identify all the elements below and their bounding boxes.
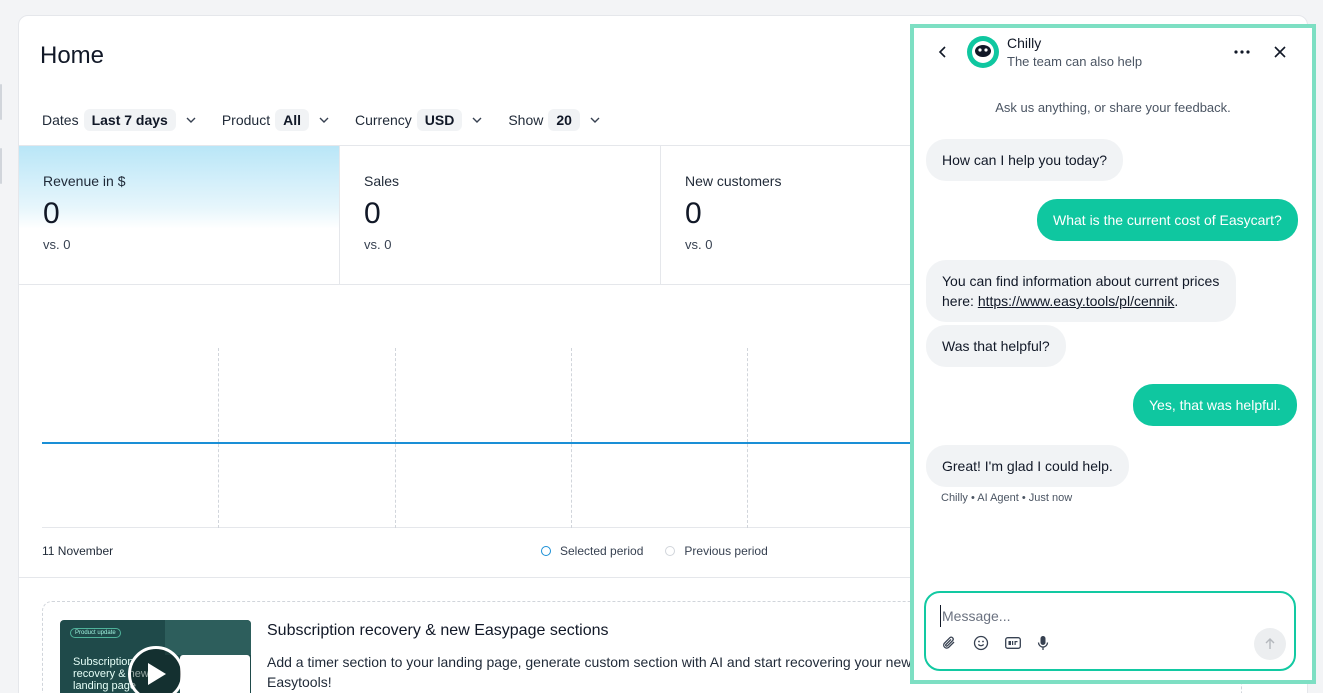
- stat-value: 0: [364, 197, 381, 230]
- chat-agent-name: Chilly: [1007, 35, 1042, 51]
- legend-item-selected[interactable]: Selected period: [541, 544, 643, 558]
- bot-face-icon: [972, 41, 994, 63]
- filter-value[interactable]: USD: [416, 109, 463, 131]
- legend-circle-icon: [541, 546, 551, 556]
- message-input[interactable]: [940, 605, 1260, 627]
- message-composer: [924, 591, 1296, 671]
- chat-header: Chilly The team can also help: [914, 28, 1312, 80]
- thumb-panel: [165, 620, 251, 655]
- pricing-link[interactable]: https://www.easy.tools/pl/cennik: [978, 293, 1175, 309]
- gif-button[interactable]: [1004, 634, 1022, 652]
- filter-label: Currency: [354, 112, 412, 128]
- stat-compare: vs. 0: [364, 237, 392, 252]
- microphone-icon: [1037, 636, 1049, 650]
- chat-subtitle: The team can also help: [1007, 54, 1143, 69]
- more-options-button[interactable]: [1232, 42, 1252, 62]
- more-horizontal-icon: [1234, 50, 1250, 54]
- chevron-down-icon[interactable]: [319, 115, 329, 125]
- filter-dates[interactable]: Dates Last 7 days: [42, 109, 196, 131]
- close-button[interactable]: [1270, 42, 1290, 62]
- video-thumbnail[interactable]: Product update Subscription recovery & n…: [60, 620, 251, 693]
- paperclip-icon: [943, 636, 955, 649]
- emoji-button[interactable]: [972, 634, 990, 652]
- filter-show[interactable]: Show 20: [508, 109, 600, 131]
- rail-handle[interactable]: [0, 148, 2, 184]
- chart-gridline: [395, 348, 396, 528]
- chart-gridline: [571, 348, 572, 528]
- chevron-left-icon: [938, 46, 946, 58]
- chevron-down-icon[interactable]: [472, 115, 482, 125]
- chart-gridline: [747, 348, 748, 528]
- play-icon: [148, 663, 166, 685]
- left-rail: [0, 0, 16, 693]
- chevron-down-icon[interactable]: [590, 115, 600, 125]
- chat-intro: Ask us anything, or share your feedback.: [995, 100, 1231, 115]
- filters-bar: Dates Last 7 days Product All Currency U…: [42, 109, 626, 131]
- filter-value[interactable]: 20: [548, 109, 580, 131]
- stat-card-revenue[interactable]: Revenue in $ 0 vs. 0: [19, 146, 340, 284]
- chevron-down-icon[interactable]: [186, 115, 196, 125]
- stat-compare: vs. 0: [43, 237, 71, 252]
- filter-currency[interactable]: Currency USD: [355, 109, 482, 131]
- thumb-card: [180, 655, 250, 693]
- stat-card-sales[interactable]: Sales 0 vs. 0: [340, 146, 661, 284]
- chart-legend: Selected period Previous period: [541, 544, 790, 558]
- filter-label: Product: [221, 112, 271, 128]
- back-button[interactable]: [934, 43, 952, 61]
- chat-widget: Chilly The team can also help Ask us any…: [910, 24, 1316, 684]
- revenue-chart: [42, 348, 922, 528]
- emoji-icon: [973, 635, 989, 651]
- legend-circle-icon: [665, 546, 676, 556]
- arrow-up-icon: [1265, 638, 1275, 649]
- message-text: .: [1174, 293, 1179, 309]
- play-button[interactable]: [128, 646, 184, 693]
- send-button[interactable]: [1254, 628, 1286, 660]
- stat-label: Sales: [364, 173, 400, 189]
- chart-gridline: [218, 348, 219, 528]
- user-message: What is the current cost of Easycart?: [1037, 199, 1298, 241]
- avatar: [967, 36, 999, 68]
- legend-item-previous[interactable]: Previous period: [665, 544, 768, 558]
- filter-label: Dates: [42, 112, 79, 128]
- filter-value[interactable]: All: [275, 109, 309, 131]
- legend-label: Selected period: [560, 544, 644, 558]
- rail-handle[interactable]: [0, 84, 2, 120]
- stat-value: 0: [43, 197, 60, 230]
- news-title[interactable]: Subscription recovery & new Easypage sec…: [267, 622, 609, 640]
- series-line-selected-period: [42, 442, 922, 444]
- bot-message: Great! I'm glad I could help.: [926, 445, 1129, 487]
- bot-message: How can I help you today?: [926, 139, 1123, 181]
- filter-value[interactable]: Last 7 days: [83, 109, 176, 131]
- bot-message: Was that helpful?: [926, 325, 1066, 367]
- filter-label: Show: [508, 112, 544, 128]
- attach-button[interactable]: [940, 634, 958, 652]
- page-title: Home: [40, 42, 105, 69]
- close-icon: [1274, 46, 1286, 58]
- news-body: Add a timer section to your landing page…: [267, 654, 927, 690]
- stat-label: Revenue in $: [43, 173, 126, 189]
- user-message: Yes, that was helpful.: [1133, 384, 1297, 426]
- message-meta: Chilly • AI Agent • Just now: [941, 492, 1073, 504]
- gif-icon: [1005, 637, 1021, 649]
- voice-button[interactable]: [1034, 634, 1052, 652]
- filter-product[interactable]: Product All: [222, 109, 329, 131]
- thumb-pill: Product update: [70, 628, 121, 638]
- x-axis-label: 11 November: [42, 544, 114, 558]
- bot-message: You can find information about current p…: [926, 260, 1236, 322]
- legend-label: Previous period: [684, 544, 768, 558]
